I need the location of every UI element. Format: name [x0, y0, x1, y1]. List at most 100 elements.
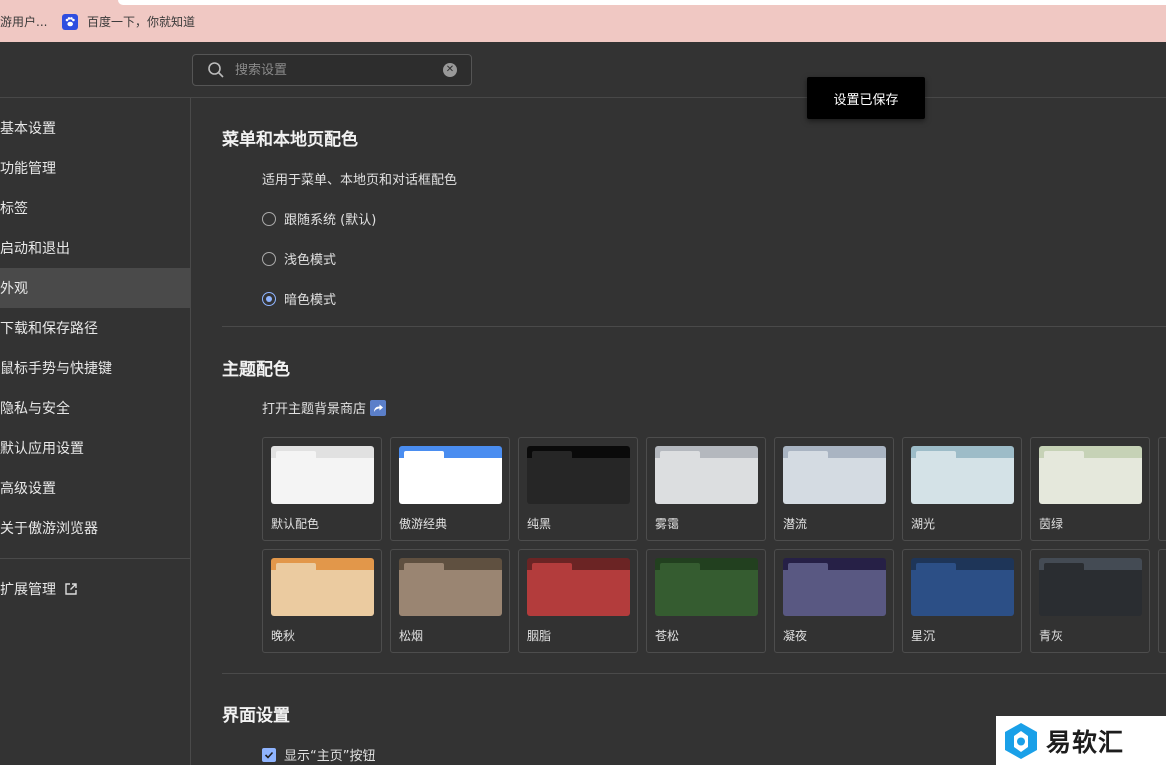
- sidebar-item-downloads[interactable]: 下载和保存路径: [0, 308, 191, 348]
- theme-card[interactable]: 凝夜: [774, 549, 894, 653]
- sidebar-item-advanced[interactable]: 高级设置: [0, 468, 191, 508]
- theme-card[interactable]: 雾霭: [646, 437, 766, 541]
- radio-dark-mode[interactable]: 暗色模式: [262, 289, 336, 308]
- theme-name: 胭脂: [527, 629, 552, 643]
- theme-preview-tab: [788, 451, 828, 461]
- theme-preview-tab: [404, 563, 444, 573]
- sidebar-item-label: 功能管理: [0, 161, 56, 177]
- theme-preview-tab: [1044, 451, 1084, 461]
- sidebar-item-label: 默认应用设置: [0, 441, 84, 457]
- theme-card-partial[interactable]: [1158, 437, 1166, 541]
- sidebar-item-gestures[interactable]: 鼠标手势与快捷键: [0, 348, 191, 388]
- sidebar-item-tabs[interactable]: 标签: [0, 188, 191, 228]
- watermark: 易软汇: [996, 716, 1166, 765]
- clear-search-icon[interactable]: ✕: [443, 63, 457, 77]
- theme-preview-body: [399, 570, 502, 616]
- theme-name: 青灰: [1039, 629, 1064, 643]
- theme-preview-tab: [1044, 563, 1084, 573]
- theme-preview: [399, 558, 502, 616]
- sidebar-item-label: 基本设置: [0, 121, 56, 137]
- sidebar-item-privacy[interactable]: 隐私与安全: [0, 388, 191, 428]
- sidebar-item-appearance[interactable]: 外观: [0, 268, 191, 308]
- theme-card[interactable]: 松烟: [390, 549, 510, 653]
- theme-card[interactable]: 潜流: [774, 437, 894, 541]
- theme-card-partial[interactable]: [1158, 549, 1166, 653]
- section-title-menu-color: 菜单和本地页配色: [222, 130, 358, 150]
- theme-card[interactable]: 默认配色: [262, 437, 382, 541]
- sidebar-item-label: 外观: [0, 281, 28, 297]
- sidebar-item-label: 关于傲游浏览器: [0, 521, 98, 537]
- theme-preview: [655, 446, 758, 504]
- theme-preview-tab: [660, 563, 700, 573]
- radio-follow-system[interactable]: 跟随系统 (默认): [262, 209, 376, 228]
- theme-preview-tab: [404, 451, 444, 461]
- watermark-logo-icon: [1005, 722, 1037, 759]
- theme-store-link[interactable]: 打开主题背景商店: [262, 398, 387, 417]
- section-divider: [222, 326, 1166, 327]
- theme-card[interactable]: 傲游经典: [390, 437, 510, 541]
- bookmark-label: 百度一下，你就知道: [87, 15, 196, 29]
- search-input[interactable]: [235, 62, 443, 78]
- share-arrow-icon: [370, 399, 387, 416]
- theme-card[interactable]: 纯黑: [518, 437, 638, 541]
- bookmark-item-1[interactable]: 游用户...: [0, 13, 47, 30]
- radio-label: 跟随系统 (默认): [284, 213, 377, 228]
- radio-button[interactable]: [262, 211, 276, 226]
- theme-preview-tab: [916, 563, 956, 573]
- theme-preview-body: [911, 458, 1014, 504]
- theme-name: 纯黑: [527, 517, 552, 531]
- sidebar-item-extensions[interactable]: 扩展管理: [0, 569, 191, 609]
- theme-preview-body: [271, 570, 374, 616]
- theme-preview: [911, 558, 1014, 616]
- settings-header: ✕: [0, 42, 1166, 98]
- theme-card[interactable]: 晚秋: [262, 549, 382, 653]
- theme-preview-body: [783, 458, 886, 504]
- sidebar-item-default-apps[interactable]: 默认应用设置: [0, 428, 191, 468]
- theme-name: 雾霭: [655, 517, 680, 531]
- radio-button-checked[interactable]: [262, 291, 276, 306]
- checkbox-checked[interactable]: [262, 747, 276, 762]
- theme-preview: [1039, 446, 1142, 504]
- search-box[interactable]: ✕: [192, 54, 472, 86]
- bookmark-item-baidu[interactable]: 百度一下，你就知道: [62, 13, 195, 30]
- radio-label: 浅色模式: [284, 253, 337, 268]
- theme-preview-body: [399, 458, 502, 504]
- theme-card[interactable]: 青灰: [1030, 549, 1150, 653]
- theme-preview-body: [527, 458, 630, 504]
- theme-preview-tab: [532, 563, 572, 573]
- theme-preview-body: [655, 458, 758, 504]
- theme-preview-body: [527, 570, 630, 616]
- sidebar-item-about[interactable]: 关于傲游浏览器: [0, 508, 191, 548]
- theme-preview: [1039, 558, 1142, 616]
- theme-card[interactable]: 星沉: [902, 549, 1022, 653]
- show-home-button-option[interactable]: 显示“主页”按钮: [262, 745, 375, 764]
- radio-light-mode[interactable]: 浅色模式: [262, 249, 336, 268]
- theme-preview: [271, 558, 374, 616]
- sidebar-item-label: 标签: [0, 201, 28, 217]
- theme-preview-tab: [276, 563, 316, 573]
- theme-preview: [271, 446, 374, 504]
- sidebar-item-basic[interactable]: 基本设置: [0, 108, 191, 148]
- theme-preview: [527, 558, 630, 616]
- theme-card[interactable]: 茵绿: [1030, 437, 1150, 541]
- theme-preview-body: [655, 570, 758, 616]
- theme-preview-tab: [276, 451, 316, 461]
- theme-preview-tab: [788, 563, 828, 573]
- theme-preview-tab: [916, 451, 956, 461]
- bookmark-bar: 游用户... 百度一下，你就知道: [0, 0, 1166, 42]
- sidebar-item-features[interactable]: 功能管理: [0, 148, 191, 188]
- theme-name: 默认配色: [271, 517, 320, 531]
- theme-card[interactable]: 湖光: [902, 437, 1022, 541]
- theme-name: 苍松: [655, 629, 680, 643]
- sidebar-item-label: 隐私与安全: [0, 401, 70, 417]
- theme-card[interactable]: 苍松: [646, 549, 766, 653]
- sidebar-item-startup[interactable]: 启动和退出: [0, 228, 191, 268]
- sidebar-item-label: 高级设置: [0, 481, 56, 497]
- theme-card[interactable]: 胭脂: [518, 549, 638, 653]
- theme-preview: [911, 446, 1014, 504]
- theme-preview-body: [911, 570, 1014, 616]
- theme-store-label: 打开主题背景商店: [262, 402, 367, 417]
- radio-button[interactable]: [262, 251, 276, 266]
- sidebar-item-label: 鼠标手势与快捷键: [0, 361, 112, 377]
- section-title-theme: 主题配色: [222, 360, 290, 380]
